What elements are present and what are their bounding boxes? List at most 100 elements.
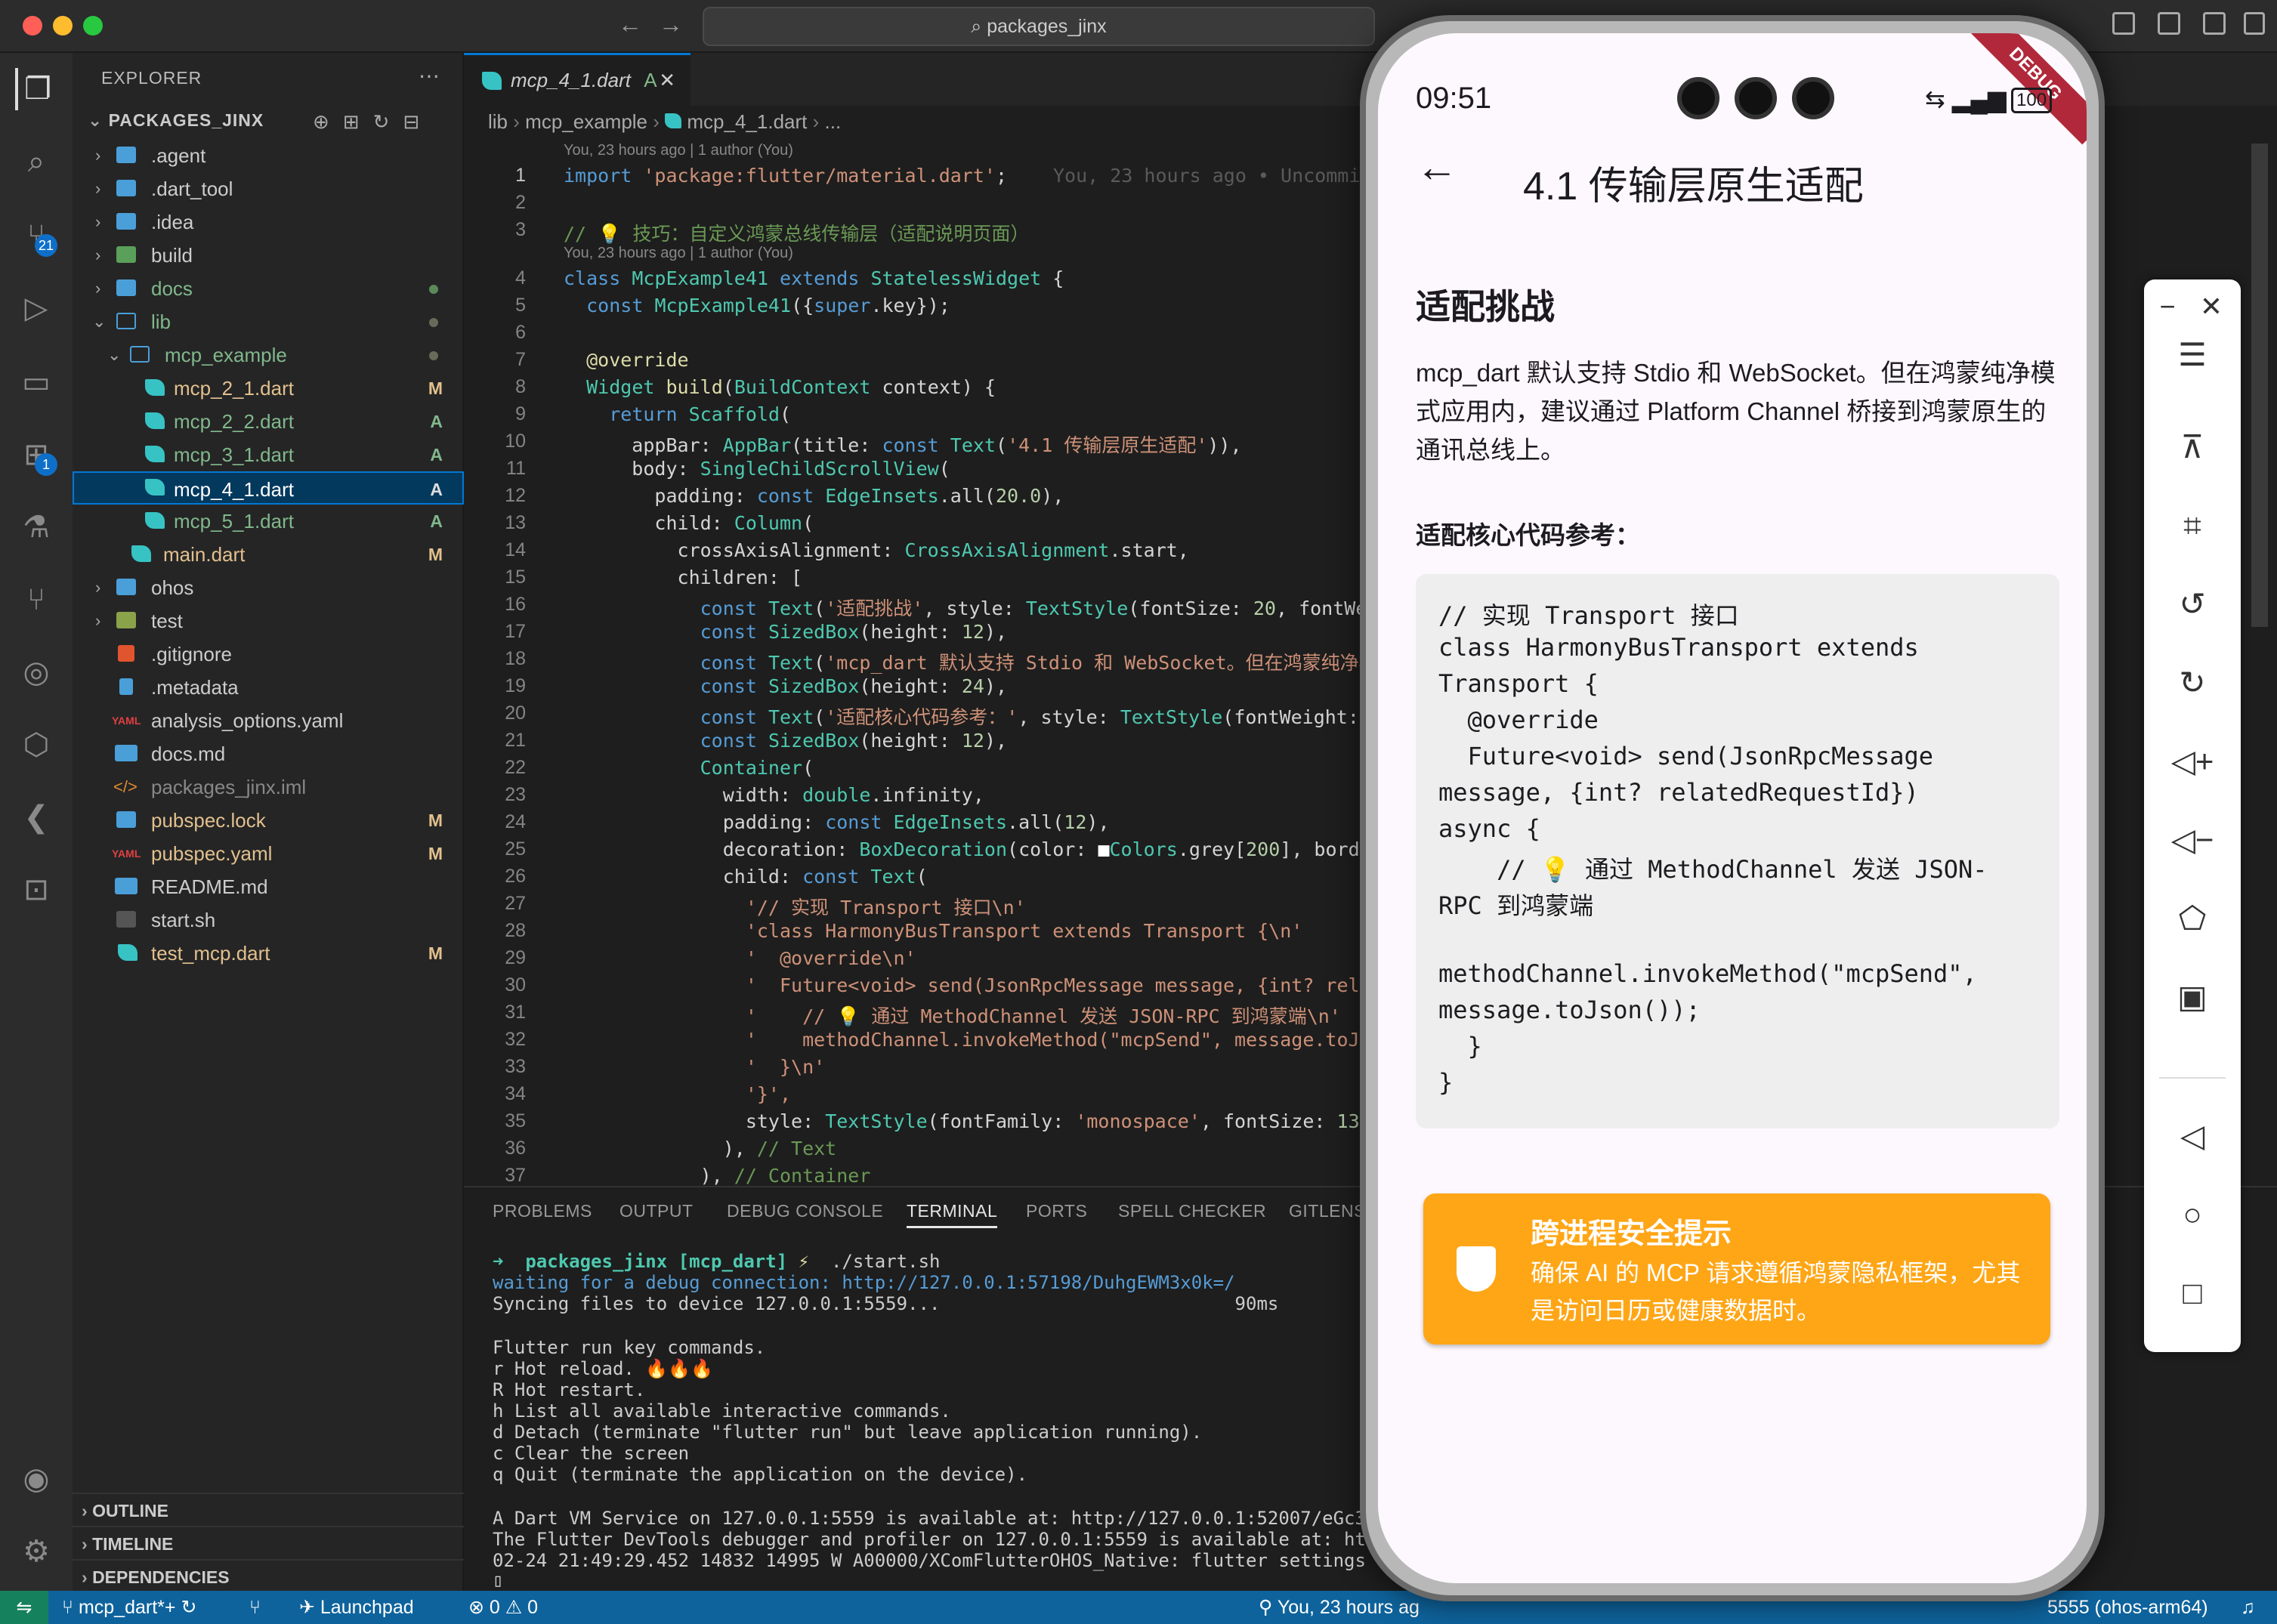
back-arrow-icon[interactable]: ← bbox=[618, 11, 642, 39]
crop-icon[interactable]: ⌗ bbox=[2170, 503, 2215, 548]
tree-item-readme[interactable]: README.md bbox=[73, 870, 464, 903]
breadcrumb-item[interactable]: mcp_4_1.dart bbox=[687, 110, 807, 133]
command-center-search[interactable]: ⌕ packages_jinx bbox=[703, 7, 1375, 46]
toggle-secondary-sidebar-icon[interactable] bbox=[2244, 12, 2265, 35]
code-line[interactable]: const SizedBox(height: 12), bbox=[564, 730, 1007, 752]
tree-item-analysis-options[interactable]: YAML analysis_options.yaml bbox=[73, 704, 464, 737]
tree-item-mcp-4-1[interactable]: mcp_4_1.dart A bbox=[73, 471, 464, 505]
tree-item-build[interactable]: › build bbox=[73, 239, 464, 272]
tree-item-ohos[interactable]: › ohos bbox=[73, 571, 464, 604]
code-line[interactable]: // 💡 技巧：自定义鸿蒙总线传输层（适配说明页面） bbox=[564, 219, 1029, 246]
code-line[interactable]: 'class HarmonyBusTransport extends Trans… bbox=[564, 920, 1303, 942]
terminal-cursor[interactable]: ▯ bbox=[493, 1570, 503, 1591]
timeline-section[interactable]: › TIMELINE bbox=[73, 1526, 464, 1559]
tree-item-metadata[interactable]: .metadata bbox=[73, 671, 464, 704]
tree-item-gitignore[interactable]: .gitignore bbox=[73, 638, 464, 671]
back-arrow-icon[interactable]: ← bbox=[1416, 142, 1458, 191]
inspect-icon[interactable]: ⊡ bbox=[15, 869, 57, 911]
tree-item-pubspec-lock[interactable]: pubspec.lock M bbox=[73, 804, 464, 837]
editor-scrollbar[interactable] bbox=[2251, 144, 2268, 627]
flutter-icon[interactable]: ❮ bbox=[15, 796, 57, 838]
rotate-left-icon[interactable]: ↺ bbox=[2170, 582, 2215, 627]
nav-back-icon[interactable]: ◁ bbox=[2170, 1113, 2215, 1159]
close-window-button[interactable] bbox=[23, 16, 42, 36]
rotate-right-icon[interactable]: ↻ bbox=[2170, 660, 2215, 705]
code-line[interactable]: crossAxisAlignment: CrossAxisAlignment.s… bbox=[564, 539, 1189, 561]
launchpad-status[interactable]: ✈ Launchpad bbox=[299, 1591, 414, 1624]
refresh-icon[interactable]: ↻ bbox=[373, 110, 403, 133]
tree-item-mcp-2-1[interactable]: mcp_2_1.dart M bbox=[73, 372, 464, 405]
search-icon[interactable]: ⌕ bbox=[15, 140, 57, 183]
problems-status[interactable]: ⊗ 0 ⚠ 0 bbox=[468, 1591, 538, 1624]
code-line[interactable]: '// 实现 Transport 接口\n' bbox=[564, 893, 1026, 920]
nav-recents-icon[interactable]: □ bbox=[2170, 1270, 2215, 1316]
blame-status[interactable]: ⚲ You, 23 hours ag bbox=[1259, 1591, 1420, 1624]
code-line[interactable]: ), // Container bbox=[564, 1165, 871, 1186]
git-graph-status-icon[interactable]: ⑂ bbox=[249, 1591, 261, 1624]
collapse-icon[interactable]: ⊟ bbox=[403, 110, 433, 133]
explorer-actions[interactable]: ⊕⊞↻⊟ bbox=[313, 110, 433, 134]
layout-icon[interactable] bbox=[2112, 12, 2135, 35]
outline-section[interactable]: › OUTLINE bbox=[73, 1493, 464, 1526]
tab-gitlens[interactable]: GITLENS bbox=[1289, 1201, 1366, 1221]
volume-down-icon[interactable]: ◁− bbox=[2170, 817, 2215, 863]
containers-icon[interactable]: ⬡ bbox=[15, 724, 57, 766]
volume-up-icon[interactable]: ◁+ bbox=[2170, 739, 2215, 784]
code-line[interactable]: padding: const EdgeInsets.all(12), bbox=[564, 811, 1110, 833]
tree-item-test-mcp[interactable]: test_mcp.dart M bbox=[73, 937, 464, 970]
code-line[interactable]: ), // Text bbox=[564, 1138, 837, 1159]
code-line[interactable]: const SizedBox(height: 24), bbox=[564, 675, 1007, 697]
tree-item-mcp-5-1[interactable]: mcp_5_1.dart A bbox=[73, 505, 464, 538]
tree-item-test[interactable]: › test bbox=[73, 604, 464, 638]
breadcrumb-item[interactable]: lib bbox=[488, 110, 508, 133]
code-line[interactable]: ' methodChannel.invokeMethod("mcpSend", … bbox=[564, 1029, 1394, 1051]
code-line[interactable]: class McpExample41 extends StatelessWidg… bbox=[564, 267, 1064, 289]
code-line[interactable]: ' // 💡 通过 MethodChannel 发送 JSON-RPC 到鸿蒙端… bbox=[564, 1002, 1341, 1029]
tree-item-dart-tool[interactable]: › .dart_tool bbox=[73, 172, 464, 205]
code-line[interactable]: ' @override\n' bbox=[564, 947, 916, 969]
fold-icon[interactable]: ⬠ bbox=[2170, 896, 2215, 941]
code-line[interactable]: appBar: AppBar(title: const Text('4.1 传输… bbox=[564, 431, 1241, 458]
forward-arrow-icon[interactable]: → bbox=[659, 11, 683, 39]
code-line[interactable]: child: Column( bbox=[564, 512, 814, 534]
nav-home-icon[interactable]: ○ bbox=[2170, 1192, 2215, 1237]
tree-item-main-dart[interactable]: main.dart M bbox=[73, 538, 464, 571]
breadcrumb-item[interactable]: mcp_example bbox=[525, 110, 647, 133]
remote-indicator-icon[interactable]: ⇋ bbox=[0, 1591, 48, 1624]
account-icon[interactable]: ◉ bbox=[15, 1458, 57, 1500]
device-status[interactable]: 5555 (ohos-arm64) bbox=[2047, 1591, 2208, 1624]
code-line[interactable]: width: double.infinity, bbox=[564, 784, 984, 806]
notifications-bell-icon[interactable]: ♫ bbox=[2241, 1591, 2255, 1624]
tree-item-mcp-2-2[interactable]: mcp_2_2.dart A bbox=[73, 405, 464, 438]
tree-item-mcp-3-1[interactable]: mcp_3_1.dart A bbox=[73, 438, 464, 471]
run-debug-icon[interactable]: ▷ bbox=[15, 287, 57, 329]
screenshot-icon[interactable]: ▣ bbox=[2170, 974, 2215, 1020]
tab-debug-console[interactable]: DEBUG CONSOLE bbox=[727, 1201, 883, 1221]
workspace-root[interactable]: ⌄ PACKAGES_JINX bbox=[88, 110, 264, 131]
tab-spell-checker[interactable]: SPELL CHECKER bbox=[1118, 1201, 1266, 1221]
code-line[interactable]: return Scaffold( bbox=[564, 403, 791, 425]
dependencies-section[interactable]: › DEPENDENCIES bbox=[73, 1559, 464, 1592]
remote-explorer-icon[interactable]: ▭ bbox=[15, 361, 57, 403]
tree-item-idea[interactable]: › .idea bbox=[73, 205, 464, 239]
tab-problems[interactable]: PROBLEMS bbox=[493, 1201, 592, 1221]
code-line[interactable]: ' Future<void> send(JsonRpcMessage messa… bbox=[564, 974, 1394, 996]
code-line[interactable]: body: SingleChildScrollView( bbox=[564, 458, 950, 480]
code-line[interactable]: const Text('适配挑战', style: TextStyle(font… bbox=[564, 594, 1401, 621]
git-graph-icon[interactable]: ⑂ bbox=[15, 579, 57, 621]
tab-mcp-4-1[interactable]: mcp_4_1.dart A ✕ bbox=[464, 53, 691, 106]
code-line[interactable]: ' }\n' bbox=[564, 1056, 825, 1078]
tab-output[interactable]: OUTPUT bbox=[619, 1201, 694, 1221]
tree-item-agent[interactable]: › .agent bbox=[73, 139, 464, 172]
close-tab-icon[interactable]: ✕ bbox=[659, 55, 675, 105]
more-actions-icon[interactable]: ⋯ bbox=[419, 63, 440, 88]
close-icon[interactable]: ✕ bbox=[2192, 284, 2230, 329]
unpin-icon[interactable]: ⊼ bbox=[2170, 425, 2215, 470]
tree-item-iml[interactable]: </> packages_jinx.iml bbox=[73, 770, 464, 804]
maximize-window-button[interactable] bbox=[83, 16, 103, 36]
minimize-icon[interactable]: − bbox=[2149, 284, 2186, 329]
tree-item-start-sh[interactable]: start.sh bbox=[73, 903, 464, 937]
tree-item-docs-md[interactable]: docs.md bbox=[73, 737, 464, 770]
code-line[interactable]: Widget build(BuildContext context) { bbox=[564, 376, 996, 398]
toggle-panel-icon[interactable] bbox=[2203, 12, 2226, 35]
